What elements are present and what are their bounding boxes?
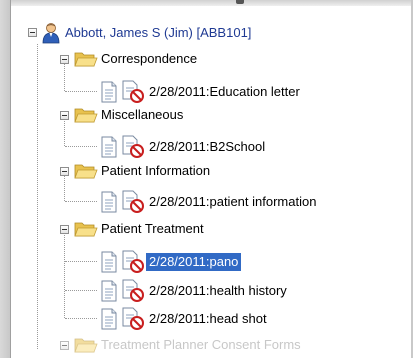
folder-open-icon [74,338,98,353]
document-item-pano[interactable]: 2/28/2011:pano [98,250,242,274]
collapse-toggle-correspondence[interactable] [60,55,69,64]
tree-connector [37,44,38,349]
patient-label: Abbott, James S (Jim) [ABB101] [65,25,252,40]
document-item-health-history[interactable]: 2/28/2011:health history [98,279,290,303]
restricted-document-icon [122,250,144,273]
folder-open-icon [74,222,98,237]
person-icon [42,23,60,44]
restricted-document-icon [122,190,144,213]
patient-node[interactable]: Abbott, James S (Jim) [ABB101] [40,22,254,44]
document-label: 2/28/2011:patient information [149,194,317,209]
restricted-document-icon [122,279,144,302]
collapse-toggle-patient-treatment[interactable] [60,225,69,234]
restricted-document-icon [122,307,144,330]
document-item-head-shot[interactable]: 2/28/2011:head shot [98,307,270,331]
document-item-b2school[interactable]: 2/28/2011:B2School [98,135,268,159]
folder-open-icon [74,108,98,123]
tree-connector [65,290,97,291]
document-label: 2/28/2011:health history [149,283,287,298]
document-item-patient-information[interactable]: 2/28/2011:patient information [98,190,319,214]
document-tree[interactable]: Abbott, James S (Jim) [ABB101] Correspon… [0,0,413,358]
document-icon [101,191,117,213]
folder-label: Treatment Planner Consent Forms [101,337,301,352]
tree-connector [64,232,65,318]
folder-node-correspondence[interactable]: Correspondence [74,49,200,69]
collapse-toggle-patient[interactable] [28,28,37,37]
document-icon [101,81,117,103]
folder-open-icon [74,164,98,179]
tree-connector [65,318,97,319]
document-label: 2/28/2011:head shot [149,311,267,326]
folder-label: Correspondence [101,51,198,66]
collapse-toggle-treatment-planner[interactable] [60,341,69,350]
folder-label: Patient Information [101,163,211,178]
collapse-toggle-patient-information[interactable] [60,167,69,176]
tree-connector [65,91,97,92]
folder-node-miscellaneous[interactable]: Miscellaneous [74,105,186,125]
document-label: 2/28/2011:B2School [149,139,266,154]
document-icon [101,280,117,302]
document-label: 2/28/2011:Education letter [149,84,300,99]
document-label-selected: 2/28/2011:pano [146,253,242,271]
tree-connector [64,64,65,91]
folder-label: Patient Treatment [101,221,204,236]
tree-connector [64,174,65,201]
folder-node-treatment-planner-consent-forms[interactable]: Treatment Planner Consent Forms [74,335,304,355]
tree-connector [65,261,97,262]
document-icon [101,251,117,273]
document-item-education-letter[interactable]: 2/28/2011:Education letter [98,80,303,104]
folder-node-patient-information[interactable]: Patient Information [74,161,213,181]
folder-open-icon [74,52,98,67]
restricted-document-icon [122,135,144,158]
document-icon [101,308,117,330]
folder-node-patient-treatment[interactable]: Patient Treatment [74,219,207,239]
tree-connector [64,119,65,146]
folder-label: Miscellaneous [101,107,184,122]
tree-connector [65,146,97,147]
document-icon [101,136,117,158]
tree-connector [65,201,97,202]
restricted-document-icon [122,80,144,103]
collapse-toggle-miscellaneous[interactable] [60,111,69,120]
